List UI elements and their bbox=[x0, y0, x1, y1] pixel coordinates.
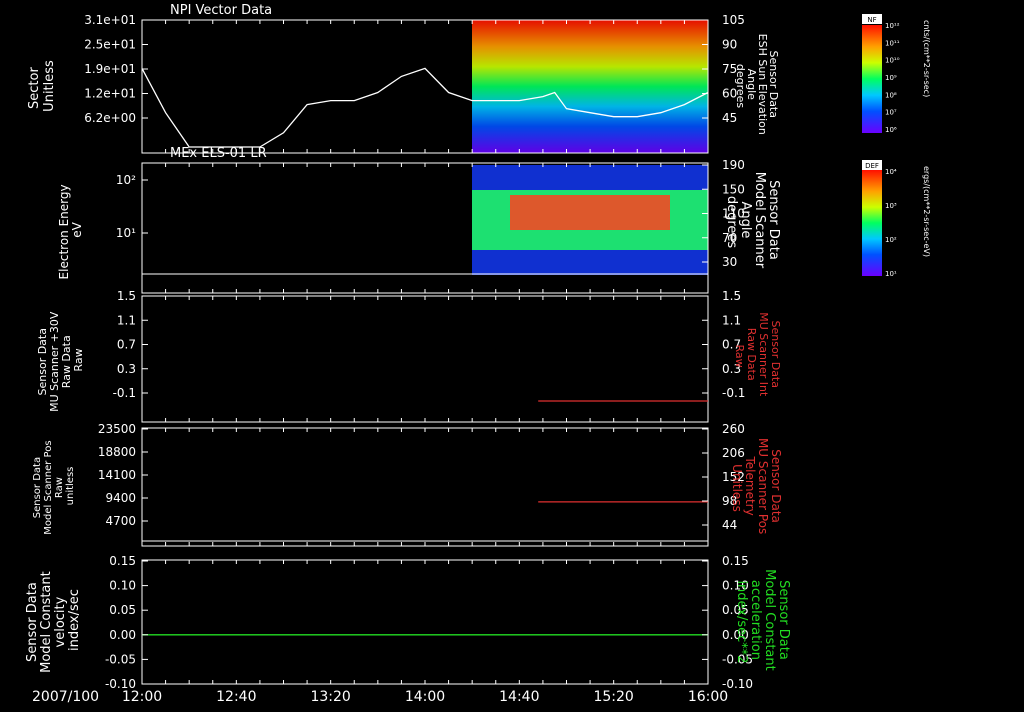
y-tick-label: 1.2e+01 bbox=[84, 87, 136, 101]
y-tick-label: 3.1e+01 bbox=[84, 13, 136, 27]
y-tick-label: 9400 bbox=[105, 491, 136, 505]
y-tick-label: 206 bbox=[722, 446, 745, 460]
x-tick-label: 14:40 bbox=[499, 689, 539, 705]
y-label-right: Sensor Data ESH Sun Elevation Angle degr… bbox=[734, 34, 780, 139]
y-tick-label: 1.1 bbox=[722, 313, 741, 327]
y-label-left: Sensor Data Model Scanner Pos Raw unitle… bbox=[32, 437, 76, 534]
y-tick-label: 2.5e+01 bbox=[84, 38, 136, 52]
spectrogram-core bbox=[510, 195, 670, 230]
y-tick-label: -0.05 bbox=[105, 652, 136, 666]
y-tick-label: -0.1 bbox=[113, 386, 136, 400]
y-tick-label: 10² bbox=[116, 173, 136, 187]
panel-frame bbox=[141, 559, 709, 685]
colorbar-def-gradient bbox=[862, 170, 882, 276]
date-label: 2007/100 bbox=[32, 689, 99, 705]
y-tick-label: 0.10 bbox=[109, 579, 136, 593]
colorbar-tick-label: 10⁷ bbox=[885, 109, 897, 117]
y-tick-label: 45 bbox=[722, 111, 737, 125]
panel-scanner-pos: 23500188001410094004700 2602061529844 Se… bbox=[32, 422, 783, 547]
colorbar-tick-label: 10¹ bbox=[885, 270, 897, 278]
y-label-left: Sensor Data MU Scanner +30V Raw Data Raw bbox=[36, 308, 85, 412]
plot-canvas: NPI Vector Data 3.1e+01 2.5e+01 1.9e+01 1.2… bbox=[25, 3, 931, 705]
colorbar-tick-label: 10³ bbox=[885, 202, 897, 210]
colorbar-tick-label: 10¹¹ bbox=[885, 39, 900, 47]
y-tick-label: 90 bbox=[722, 38, 737, 52]
colorbar-nf: NF 10¹² 10¹¹ 10¹⁰ 10⁹ 10⁸ 10⁷ 10⁶ cnts/(cm**2-… bbox=[862, 14, 931, 134]
y-tick-label: 1.5 bbox=[722, 289, 741, 303]
colorbar-tick-label: 10⁶ bbox=[885, 126, 897, 134]
colorbar-nf-gradient bbox=[862, 25, 882, 133]
y-label-right: Sensor Data Model Constant acceleration … bbox=[734, 569, 791, 675]
y-tick-label: 18800 bbox=[98, 445, 136, 459]
y-tick-label: 0.00 bbox=[109, 628, 136, 642]
colorbar-tick-label: 10⁸ bbox=[885, 91, 897, 99]
colorbar-nf-tag: NF bbox=[867, 16, 876, 24]
y-tick-label: 6.2e+00 bbox=[84, 111, 136, 125]
y-tick-label: 0.15 bbox=[722, 554, 749, 568]
x-tick-label: 15:20 bbox=[593, 689, 633, 705]
y-tick-label: 44 bbox=[722, 518, 737, 532]
colorbar-def-tag: DEF bbox=[865, 162, 879, 170]
colorbar-def: DEF 10⁴ 10³ 10² 10¹ ergs/(cm**2-sr-sec-eV) bbox=[862, 160, 931, 278]
y-tick-label: 4700 bbox=[105, 514, 136, 528]
x-tick-label: 16:00 bbox=[688, 689, 728, 705]
y-tick-label: 23500 bbox=[98, 422, 136, 436]
y-tick-label: 1.1 bbox=[117, 313, 136, 327]
x-tick-label: 14:00 bbox=[405, 689, 445, 705]
colorbar-tick-label: 10² bbox=[885, 236, 897, 244]
x-tick-label: 12:00 bbox=[122, 689, 162, 705]
y-tick-label: 0.3 bbox=[117, 362, 136, 376]
y-tick-label: 14100 bbox=[98, 468, 136, 482]
y-tick-label: 1.5 bbox=[117, 289, 136, 303]
y-label-left: Electron Energy eV bbox=[57, 181, 84, 280]
y-tick-label: 0.15 bbox=[109, 554, 136, 568]
colorbar-tick-label: 10⁹ bbox=[885, 74, 897, 82]
colorbar-def-label: ergs/(cm**2-sr-sec-eV) bbox=[922, 166, 931, 257]
y-label-left: Sensor Data Model Constant velocity inde… bbox=[25, 567, 82, 673]
panel-mex-els: MEx ELS-01 LR 10²10¹ 1901501107030 Elect… bbox=[57, 146, 781, 294]
y-tick-label: 0.7 bbox=[117, 338, 136, 352]
panel-mu-scanner-30v: 1.51.10.70.3-0.1 1.51.10.70.3-0.1 Sensor… bbox=[36, 289, 782, 423]
panel-model-constant: 0.150.100.050.00-0.05-0.10 0.150.100.050… bbox=[25, 554, 791, 691]
y-tick-label: -0.1 bbox=[722, 386, 745, 400]
panel-frame bbox=[141, 427, 709, 547]
y-tick-label: 260 bbox=[722, 422, 745, 436]
colorbar-tick-label: 10¹⁰ bbox=[885, 57, 900, 65]
colorbar-nf-label: cnts/(cm**2-sr-sec) bbox=[922, 20, 931, 97]
y-tick-label: 0.05 bbox=[109, 603, 136, 617]
y-label-left: Sector Unitless bbox=[27, 60, 57, 112]
y-tick-label: 150 bbox=[722, 182, 745, 196]
y-tick-label: 190 bbox=[722, 158, 745, 172]
spectrogram-sector bbox=[472, 20, 708, 153]
panel-npi-vector: NPI Vector Data 3.1e+01 2.5e+01 1.9e+01 1.2… bbox=[27, 3, 780, 154]
panel-title: NPI Vector Data bbox=[170, 3, 272, 18]
panel-title: MEx ELS-01 LR bbox=[170, 146, 267, 161]
colorbar-tick-label: 10⁴ bbox=[885, 168, 897, 176]
y-tick-label: 105 bbox=[722, 13, 745, 27]
y-tick-label: 10¹ bbox=[116, 226, 136, 240]
y-tick-label: 30 bbox=[722, 255, 737, 269]
x-tick-label: 13:20 bbox=[310, 689, 350, 705]
y-tick-label: 1.9e+01 bbox=[84, 62, 136, 76]
panel-frame bbox=[141, 295, 709, 423]
colorbar-tick-label: 10¹² bbox=[885, 22, 900, 30]
x-tick-label: 12:40 bbox=[216, 689, 256, 705]
